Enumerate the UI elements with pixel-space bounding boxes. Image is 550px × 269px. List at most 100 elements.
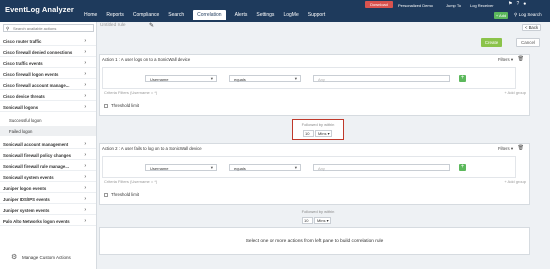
checkbox-icon <box>104 103 108 108</box>
operator-value: equals <box>234 77 246 82</box>
jump-to-link[interactable]: Jump To <box>446 3 461 8</box>
unit-value: Mins <box>317 218 326 223</box>
nav-logme[interactable]: LogMe <box>283 12 298 20</box>
operator-value: equals <box>234 166 246 171</box>
sidebar-item-label: Sonicwall account management <box>3 142 69 147</box>
chevron-right-icon: › <box>84 207 86 213</box>
log-receiver-link[interactable]: Log Receiver <box>470 3 494 8</box>
app-logo[interactable]: EventLog Analyzer <box>5 5 74 14</box>
nav-support[interactable]: Support <box>308 12 326 20</box>
sidebar-item-cisco-firewall-logon-events[interactable]: Cisco firewall logon events › <box>0 69 96 79</box>
manage-custom-actions-link[interactable]: Manage Custom Actions <box>22 255 71 260</box>
nav-reports[interactable]: Reports <box>106 12 124 20</box>
operator-select[interactable]: equals ▾ <box>229 164 301 171</box>
nav-alerts[interactable]: Alerts <box>235 12 248 20</box>
value-text: Any <box>318 77 325 82</box>
action-search-input[interactable] <box>13 26 93 31</box>
sidebar-item-cisco-traffic-events[interactable]: Cisco traffic events › <box>0 58 96 68</box>
chevron-right-icon: › <box>84 60 86 66</box>
sidebar-item-juniper-logon-events[interactable]: Juniper logon events › <box>0 183 96 193</box>
back-button[interactable]: < Back <box>522 24 541 31</box>
edit-pencil-icon[interactable]: ✎ <box>149 22 154 29</box>
criteria-filters-text: Criteria Filters (Username = *) <box>104 179 158 184</box>
checkbox-icon <box>104 192 108 197</box>
within-unit-select[interactable]: Mins ▾ <box>314 217 331 224</box>
sidebar-item-cisco-firewall-account-manage[interactable]: Cisco firewall account manage... › <box>0 80 96 90</box>
sidebar-item-cisco-router-traffic[interactable]: Cisco router traffic › <box>0 36 96 46</box>
sidebar-subitem-label: Successful logon <box>9 118 42 123</box>
sidebar-subitem-failed-logon[interactable]: Failed logon <box>0 126 96 136</box>
filters-dropdown[interactable]: Filters ▾ <box>498 57 513 63</box>
sidebar-item-palo-alto-networks-logon-events[interactable]: Palo Alto Networks logon events › <box>0 216 96 226</box>
add-condition-button[interactable]: + <box>459 75 466 82</box>
action-search: ⚲ <box>3 24 94 32</box>
download-button[interactable]: Download <box>365 1 393 8</box>
value-input[interactable]: Any <box>313 75 450 82</box>
chevron-right-icon: › <box>84 104 86 110</box>
dropzone-message: Select one or more actions from left pan… <box>245 239 384 244</box>
operator-select[interactable]: equals ▾ <box>229 75 301 82</box>
log-search-label: Log Search <box>518 12 542 17</box>
chevron-right-icon: › <box>84 141 86 147</box>
sidebar-item-sonicwall-logons[interactable]: Sonicwall logons › <box>0 102 96 112</box>
sidebar-item-sonicwall-system-events[interactable]: Sonicwall system events › <box>0 172 96 182</box>
within-unit-select[interactable]: Mins ▾ <box>315 130 332 137</box>
delete-action-icon[interactable]: 🗑 <box>518 56 524 62</box>
followed-by-label: Followed by within <box>301 122 335 127</box>
within-value-input[interactable]: 10 <box>302 217 313 224</box>
sidebar-item-label: Juniper logon events <box>3 186 47 191</box>
nav-search[interactable]: Search <box>168 12 184 20</box>
unit-value: Mins <box>318 131 327 136</box>
gear-icon[interactable]: ⚙ <box>11 253 17 261</box>
chevron-right-icon: › <box>84 38 86 44</box>
log-search-link[interactable]: ⚲ Log Search <box>514 12 542 18</box>
top-bar: EventLog Analyzer Home Reports Complianc… <box>0 0 550 22</box>
sidebar-subitem-label: Failed logon <box>9 129 33 134</box>
personalized-demo-link[interactable]: Personalized Demo <box>398 3 433 8</box>
sidebar-item-sonicwall-account-management[interactable]: Sonicwall account management › <box>0 139 96 149</box>
sidebar-item-sonicwall-firewall-rule-manage[interactable]: Sonicwall firewall rule manage... › <box>0 161 96 171</box>
threshold-label: Threshold limit <box>111 103 139 108</box>
threshold-limit-checkbox[interactable]: Threshold limit <box>104 192 139 197</box>
field-select[interactable]: Username ▾ <box>145 164 217 171</box>
chevron-down-icon: ▾ <box>294 76 297 81</box>
field-value: Username <box>150 77 169 82</box>
nav-settings[interactable]: Settings <box>256 12 274 20</box>
sidebar-item-cisco-device-threats[interactable]: Cisco device threats › <box>0 91 96 101</box>
notification-icon[interactable]: ⚑ <box>508 1 512 7</box>
filters-dropdown[interactable]: Filters ▾ <box>498 146 513 152</box>
cancel-button[interactable]: Cancel <box>516 38 540 47</box>
nav-home[interactable]: Home <box>84 12 97 20</box>
sidebar-item-label: Juniper IDS/IPS events <box>3 197 50 202</box>
field-select[interactable]: Username ▾ <box>145 75 217 82</box>
add-button[interactable]: + Add <box>494 12 508 19</box>
sidebar-item-label: Sonicwall system events <box>3 175 54 180</box>
followed-by-label: Followed by within <box>301 209 335 214</box>
add-group-link[interactable]: + Add group <box>504 179 526 184</box>
sidebar-subitem-successful-logon[interactable]: Successful logon <box>0 115 96 125</box>
sidebar-item-cisco-firewall-denied-connections[interactable]: Cisco firewall denied connections › <box>0 47 96 57</box>
add-group-link[interactable]: + Add group <box>504 90 526 95</box>
sidebar-item-juniper-system-events[interactable]: Juniper system events › <box>0 205 96 215</box>
rule-name-field[interactable]: Untitled rule <box>100 23 126 28</box>
chevron-right-icon: › <box>84 82 86 88</box>
nav-compliance[interactable]: Compliance <box>133 12 159 20</box>
empty-action-dropzone: Select one or more actions from left pan… <box>99 227 530 255</box>
threshold-limit-checkbox[interactable]: Threshold limit <box>104 103 139 108</box>
sidebar-item-label: Palo Alto Networks logon events <box>3 219 70 224</box>
user-icon[interactable]: ● <box>523 1 526 7</box>
add-condition-button[interactable]: + <box>459 164 466 171</box>
nav-correlation[interactable]: Correlation <box>193 10 226 20</box>
help-icon[interactable]: ? <box>516 1 519 7</box>
create-button[interactable]: Create <box>481 38 502 47</box>
within-value-input[interactable]: 10 <box>303 130 314 137</box>
sidebar-item-label: Cisco firewall denied connections <box>3 50 73 55</box>
delete-action-icon[interactable]: 🗑 <box>518 145 524 151</box>
sidebar-item-sonicwall-firewall-policy-changes[interactable]: Sonicwall firewall policy changes › <box>0 150 96 160</box>
search-icon: ⚲ <box>6 26 10 31</box>
criteria-filters-text: Criteria Filters (Username = *) <box>104 90 158 95</box>
chevron-right-icon: › <box>84 93 86 99</box>
value-input[interactable]: Any <box>313 164 450 171</box>
sidebar-item-juniper-ids-ips-events[interactable]: Juniper IDS/IPS events › <box>0 194 96 204</box>
filters-label: Filters <box>497 146 510 151</box>
